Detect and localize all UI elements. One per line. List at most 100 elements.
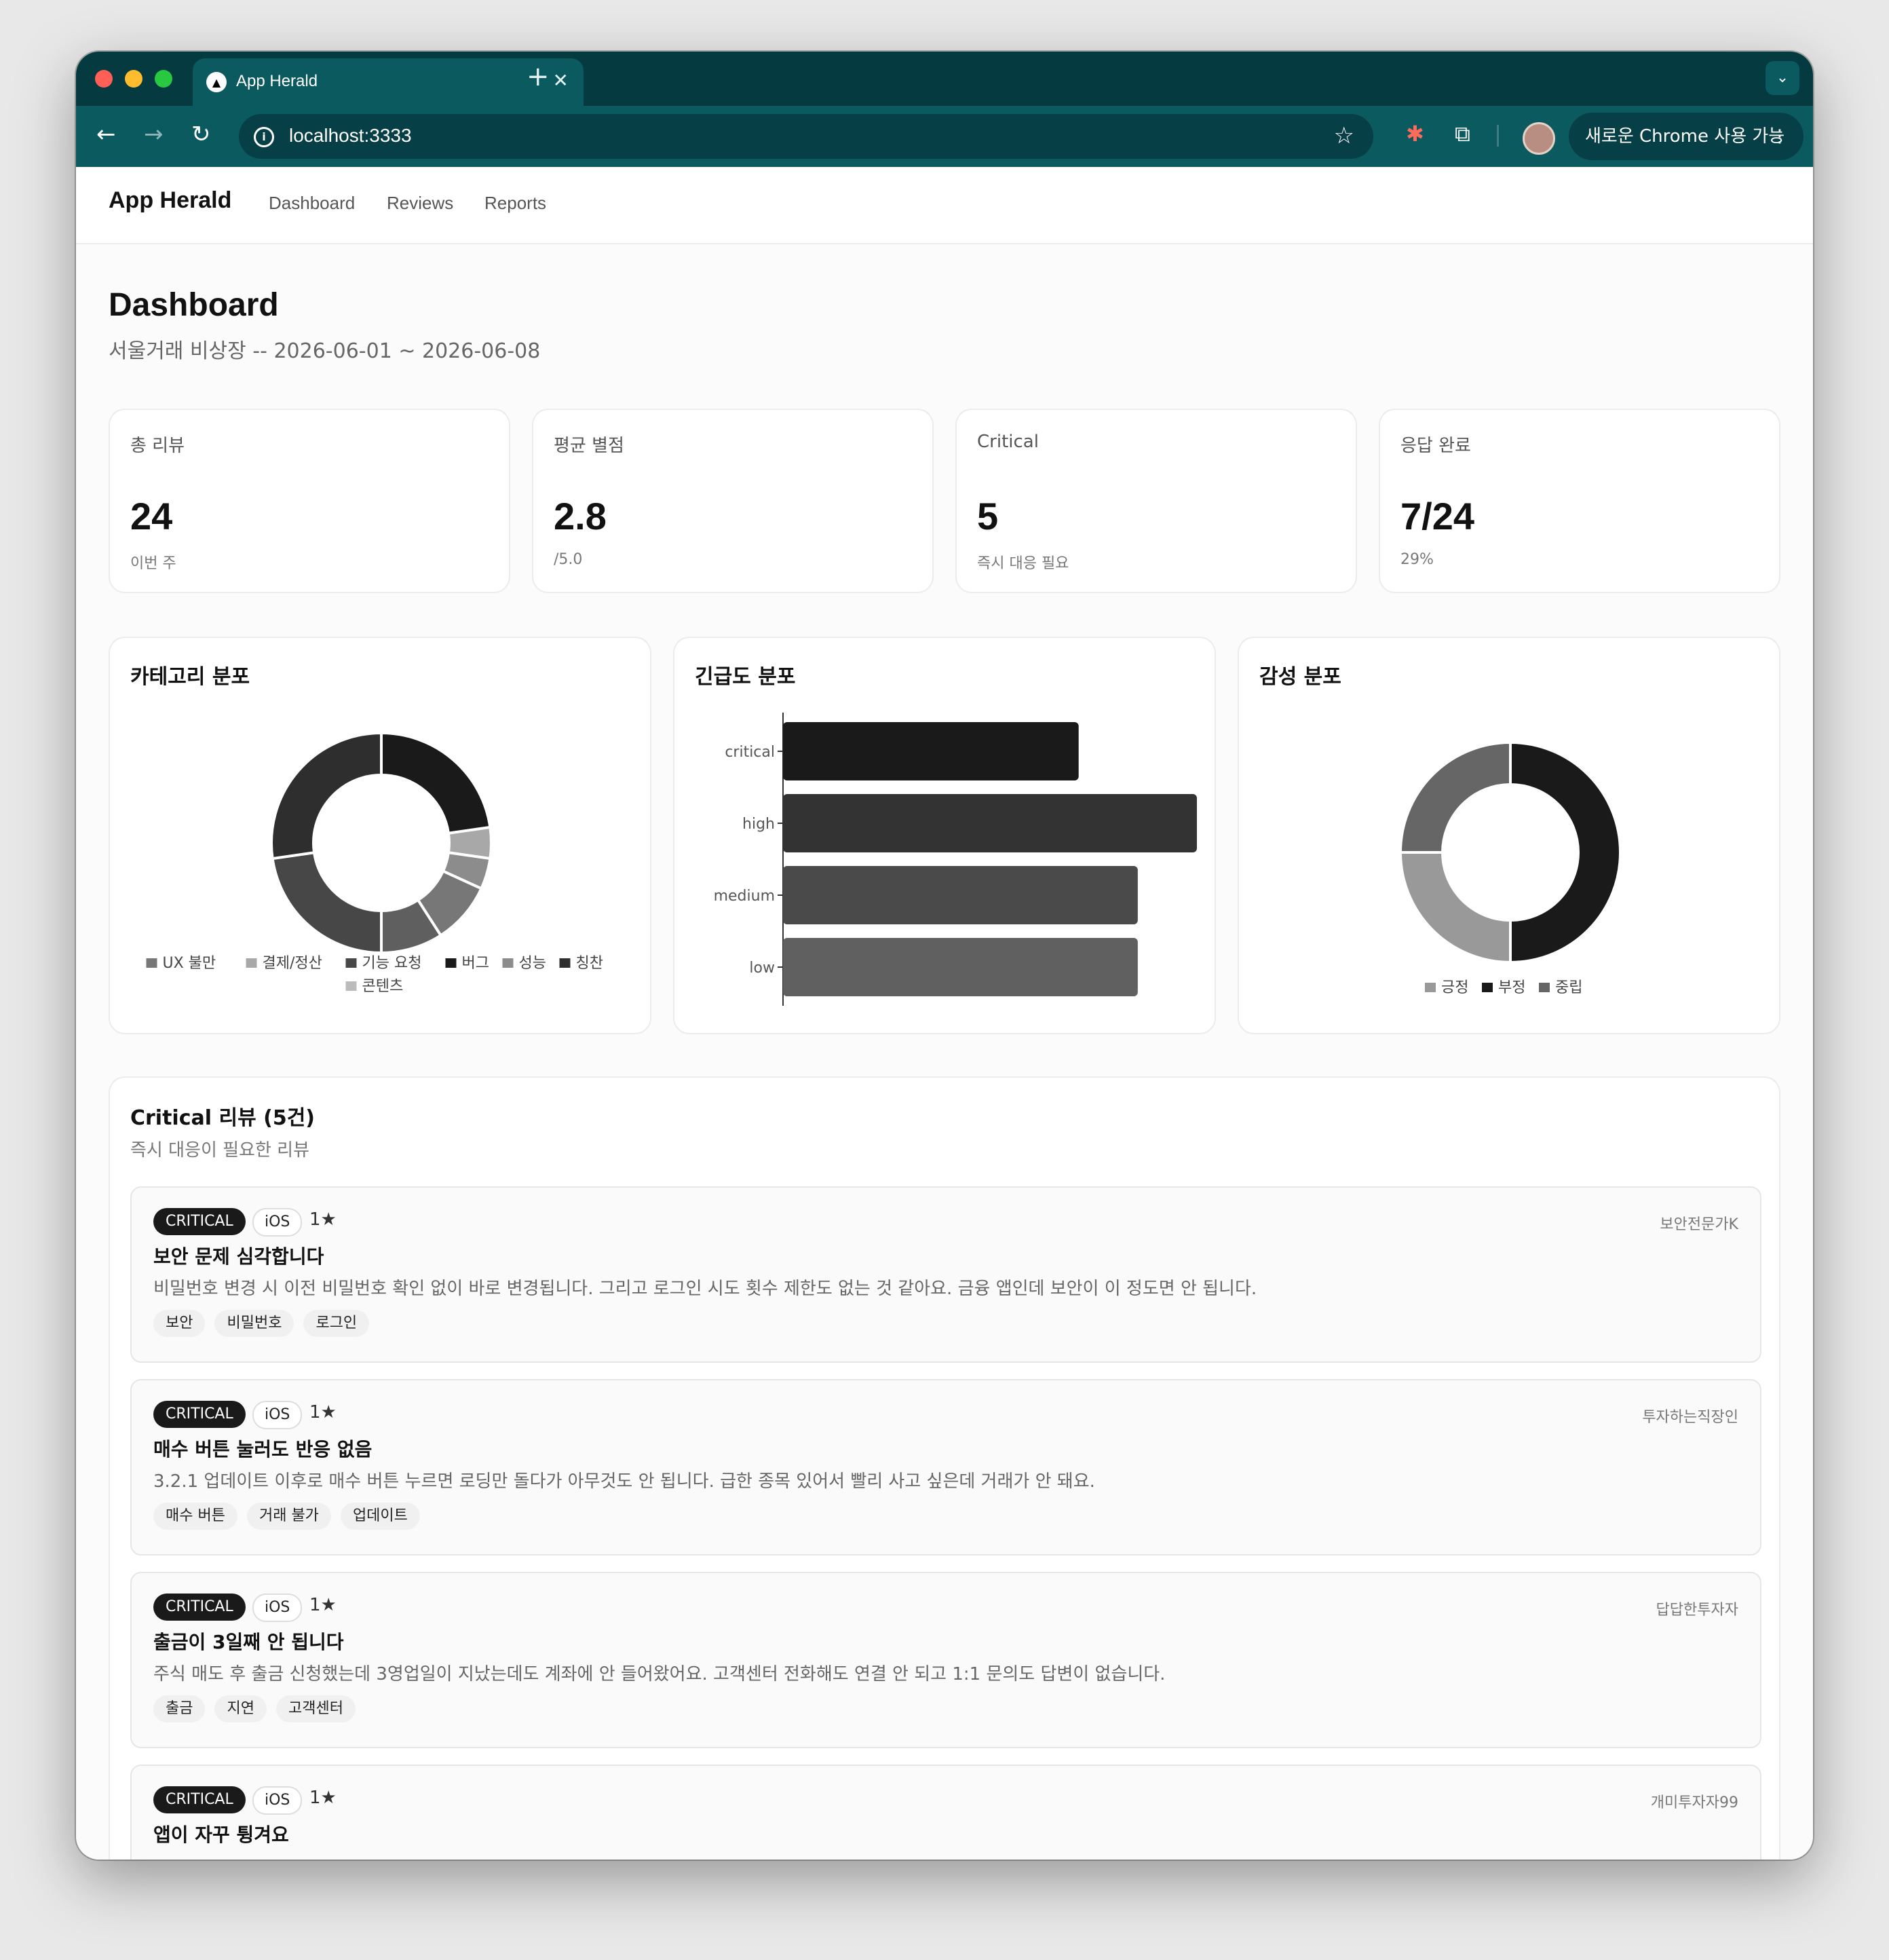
- tag[interactable]: 로그인: [303, 1310, 370, 1337]
- severity-badge: CRITICAL: [153, 1594, 246, 1621]
- kpi-subtext: /5.0: [554, 551, 583, 568]
- review-title: 매수 버튼 눌러도 반응 없음: [153, 1438, 373, 1460]
- maximize-window-button[interactable]: [155, 70, 172, 88]
- brand-logo[interactable]: App Herald: [109, 187, 231, 214]
- minimize-window-button[interactable]: [125, 70, 142, 88]
- urgency-chart-card: 긴급도 분포 critical high medium low: [673, 637, 1216, 1034]
- review-item[interactable]: CRITICAL iOS 1★ 개미투자자99 앱이 자꾸 튕겨요: [130, 1765, 1761, 1860]
- forward-arrow-icon[interactable]: →: [144, 121, 164, 148]
- donut-slice[interactable]: [1398, 740, 1512, 854]
- tab-title: App Herald: [236, 72, 318, 90]
- legend-swatch: [1425, 983, 1436, 992]
- review-author: 보안전문가K: [1660, 1216, 1738, 1233]
- legend-swatch: [502, 958, 514, 968]
- kpi-value: 24: [130, 495, 173, 538]
- nav-link-reviews[interactable]: Reviews: [387, 193, 453, 214]
- donut-slice[interactable]: [380, 731, 492, 835]
- section-subtitle: 즉시 대응이 필요한 리뷰: [130, 1140, 309, 1161]
- legend-label: 중립: [1555, 979, 1582, 996]
- tag[interactable]: 지연: [214, 1695, 267, 1722]
- rating: 1★: [309, 1402, 337, 1422]
- tag[interactable]: 고객센터: [275, 1695, 356, 1722]
- y-tick-label: high: [742, 816, 775, 833]
- kebab-menu-icon[interactable]: ⋮: [1771, 113, 1789, 160]
- close-window-button[interactable]: [95, 70, 113, 88]
- chevron-down-icon[interactable]: ⌄: [1766, 61, 1799, 95]
- chrome-update-label: 새로운 Chrome 사용 가능: [1585, 126, 1785, 147]
- profile-avatar[interactable]: [1523, 122, 1555, 155]
- tag-list: 매수 버튼 거래 불가 업데이트: [153, 1503, 420, 1530]
- donut-slice[interactable]: [270, 731, 383, 861]
- review-title: 출금이 3일째 안 됩니다: [153, 1631, 344, 1653]
- sentiment-chart-card: 감성 분포 긍정 부정 중립: [1238, 637, 1780, 1034]
- platform-badge: iOS: [252, 1786, 303, 1815]
- critical-reviews-card: Critical 리뷰 (5건) 즉시 대응이 필요한 리뷰 CRITICAL …: [109, 1076, 1780, 1860]
- y-tick-label: low: [749, 960, 775, 977]
- urgency-bar[interactable]: [783, 794, 1197, 852]
- tag[interactable]: 업데이트: [340, 1503, 420, 1530]
- extensions-puzzle-icon[interactable]: ⧉: [1455, 121, 1470, 147]
- kpi-value: 7/24: [1400, 495, 1474, 538]
- tag[interactable]: 비밀번호: [214, 1310, 294, 1337]
- review-body: 3.2.1 업데이트 이후로 매수 버튼 누르면 로딩만 돌다가 아무것도 안 …: [153, 1471, 1095, 1492]
- tab-strip: ▲ App Herald ✕ + ⌄: [76, 52, 1813, 106]
- legend-label: 부정: [1498, 979, 1525, 996]
- review-title: 보안 문제 심각합니다: [153, 1245, 324, 1268]
- kpi-label: 평균 별점: [554, 436, 624, 456]
- donut-slice[interactable]: [271, 850, 383, 955]
- legend-swatch: [246, 958, 257, 968]
- tag[interactable]: 거래 불가: [246, 1503, 331, 1530]
- review-item[interactable]: CRITICAL iOS 1★ 투자하는직장인 매수 버튼 눌러도 반응 없음 …: [130, 1379, 1761, 1556]
- urgency-bar[interactable]: [783, 938, 1138, 996]
- legend-swatch: [345, 981, 357, 991]
- nav-link-reports[interactable]: Reports: [484, 193, 546, 214]
- kpi-label: Critical: [977, 432, 1039, 452]
- legend-label: 성능: [519, 955, 546, 972]
- platform-badge: iOS: [252, 1594, 303, 1622]
- legend-swatch: [1539, 983, 1550, 992]
- legend-label: 콘텐츠: [362, 978, 404, 995]
- new-tab-button[interactable]: +: [527, 61, 550, 92]
- reload-icon[interactable]: ↻: [191, 121, 211, 148]
- urgency-bar[interactable]: [783, 866, 1138, 924]
- donut-slice[interactable]: [1398, 851, 1512, 964]
- bookmark-star-icon[interactable]: ☆: [1334, 122, 1354, 149]
- site-info-icon[interactable]: i: [254, 127, 274, 147]
- review-item[interactable]: CRITICAL iOS 1★ 답답한투자자 출금이 3일째 안 됩니다 주식 …: [130, 1572, 1761, 1748]
- browser-tab[interactable]: ▲ App Herald ✕: [193, 58, 584, 106]
- tab-close-icon[interactable]: ✕: [553, 69, 569, 92]
- nav-link-dashboard[interactable]: Dashboard: [269, 193, 355, 214]
- extension-bug-icon[interactable]: ✱: [1406, 121, 1424, 147]
- app-navbar: App Herald Dashboard Reviews Reports: [76, 167, 1813, 244]
- severity-badge: CRITICAL: [153, 1401, 246, 1428]
- kpi-subtext: 29%: [1400, 551, 1434, 568]
- donut-slice[interactable]: [1509, 740, 1622, 964]
- tag[interactable]: 보안: [153, 1310, 206, 1337]
- tag[interactable]: 매수 버튼: [153, 1503, 237, 1530]
- category-chart-card: 카테고리 분포 UX 불만 결제/정산 기능 요청 버그 성능 칭찬 콘텐츠: [109, 637, 651, 1034]
- kpi-value: 5: [977, 495, 999, 538]
- tag-list: 출금 지연 고객센터: [153, 1695, 356, 1722]
- toolbar-divider: [1497, 125, 1499, 147]
- y-tick-label: critical: [725, 744, 775, 761]
- kpi-label: 총 리뷰: [130, 436, 185, 456]
- legend-label: 긍정: [1441, 979, 1468, 996]
- kpi-card-responded: 응답 완료 7/24 29%: [1379, 409, 1780, 593]
- address-bar[interactable]: i localhost:3333 ☆: [239, 114, 1373, 159]
- severity-badge: CRITICAL: [153, 1208, 246, 1235]
- legend-swatch: [445, 958, 457, 968]
- back-arrow-icon[interactable]: ←: [96, 121, 116, 148]
- category-donut-chart: UX 불만 결제/정산 기능 요청 버그 성능 칭찬콘텐츠: [146, 731, 603, 995]
- legend-label: 기능 요청: [362, 955, 422, 972]
- tag[interactable]: 출금: [153, 1695, 206, 1722]
- review-body: 비밀번호 변경 시 이전 비밀번호 확인 없이 바로 변경됩니다. 그리고 로그…: [153, 1279, 1257, 1299]
- url-text[interactable]: localhost:3333: [289, 125, 412, 147]
- urgency-bar[interactable]: [783, 722, 1079, 780]
- rating: 1★: [309, 1595, 337, 1615]
- review-author: 투자하는직장인: [1642, 1409, 1738, 1426]
- page-subtitle: 서울거래 비상장 -- 2026-06-01 ~ 2026-06-08: [109, 339, 541, 363]
- app-viewport: App Herald Dashboard Reviews Reports Das…: [76, 167, 1813, 1860]
- chrome-update-button[interactable]: 새로운 Chrome 사용 가능 ⋮: [1569, 113, 1804, 160]
- review-item[interactable]: CRITICAL iOS 1★ 보안전문가K 보안 문제 심각합니다 비밀번호 …: [130, 1186, 1761, 1363]
- review-author: 답답한투자자: [1656, 1602, 1738, 1619]
